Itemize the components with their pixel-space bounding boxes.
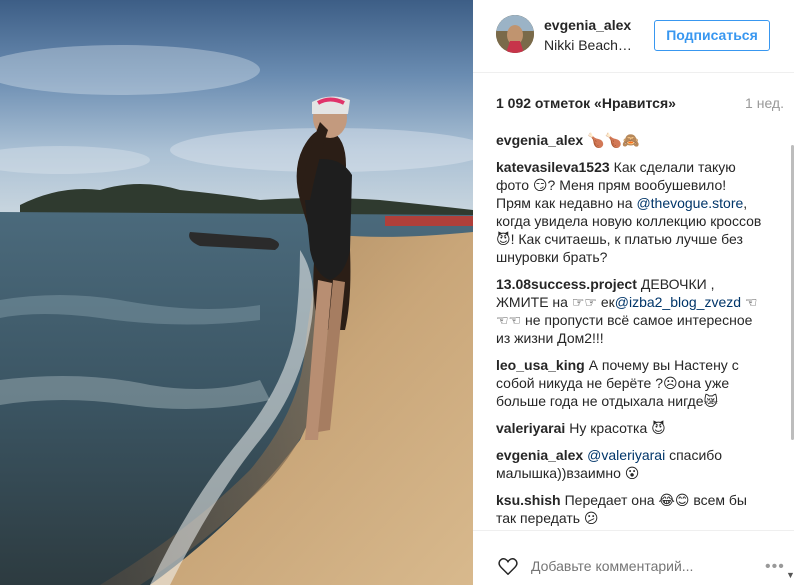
comments-list[interactable]: evgenia_alex 🍗🍗🙈 katevasileva1523 Как сдела… [496,131,762,527]
comment-username[interactable]: 13.08success.project [496,276,637,292]
follow-button[interactable]: Подписаться [654,20,770,51]
scroll-down-arrow-icon[interactable]: ▼ [786,570,794,580]
comment-item: evgenia_alex 🍗🍗🙈 [496,131,762,149]
post-sidebar: evgenia_alex Nikki Beach… Подписаться 1 … [473,0,794,585]
add-comment-input[interactable] [531,558,731,574]
comment-username[interactable]: evgenia_alex [496,132,583,148]
comment-item: leo_usa_king А почему вы Настену с собой … [496,356,762,410]
comment-mention-link[interactable]: @izba2_blog_zvezd [615,294,741,310]
heart-icon[interactable] [497,555,519,577]
comment-text: 🍗🍗🙈 [587,132,640,148]
comment-item: katevasileva1523 Как сделали такую фото 😏… [496,158,762,266]
comment-username[interactable]: leo_usa_king [496,357,585,373]
avatar[interactable] [496,15,534,53]
comment-username[interactable]: valeriyarai [496,420,565,436]
comment-item: valeriyarai Ну красотка 😈 [496,419,762,437]
comment-username[interactable]: evgenia_alex [496,447,583,463]
comment-mention-link[interactable]: @thevogue.store [636,195,743,211]
beach-photo-image [0,0,473,585]
comment-item: ksu.shish Передает она 😂😊 всем бы так пер… [496,491,762,527]
post-footer: ••• [473,530,794,586]
post-author-username[interactable]: evgenia_alex [544,17,631,33]
comment-mention-link[interactable]: @valeriyarai [587,447,665,463]
comment-text: Ну красотка 😈 [569,420,666,436]
post-photo[interactable] [0,0,473,585]
post-location[interactable]: Nikki Beach… [544,37,632,53]
post-time[interactable]: 1 нед. [745,95,784,111]
likes-count[interactable]: 1 092 отметок «Нравится» [496,95,676,111]
comment-item: evgenia_alex @valeriyarai спасибо малышка… [496,446,762,482]
avatar-image [496,15,534,53]
post-header: evgenia_alex Nikki Beach… Подписаться [473,0,794,73]
more-options-icon[interactable]: ••• [765,558,785,576]
comment-username[interactable]: katevasileva1523 [496,159,610,175]
comment-item: 13.08success.project ДЕВОЧКИ , ЖМИТЕ на ☞… [496,275,762,347]
comment-username[interactable]: ksu.shish [496,492,561,508]
likes-row: 1 092 отметок «Нравится» 1 нед. [496,95,784,111]
